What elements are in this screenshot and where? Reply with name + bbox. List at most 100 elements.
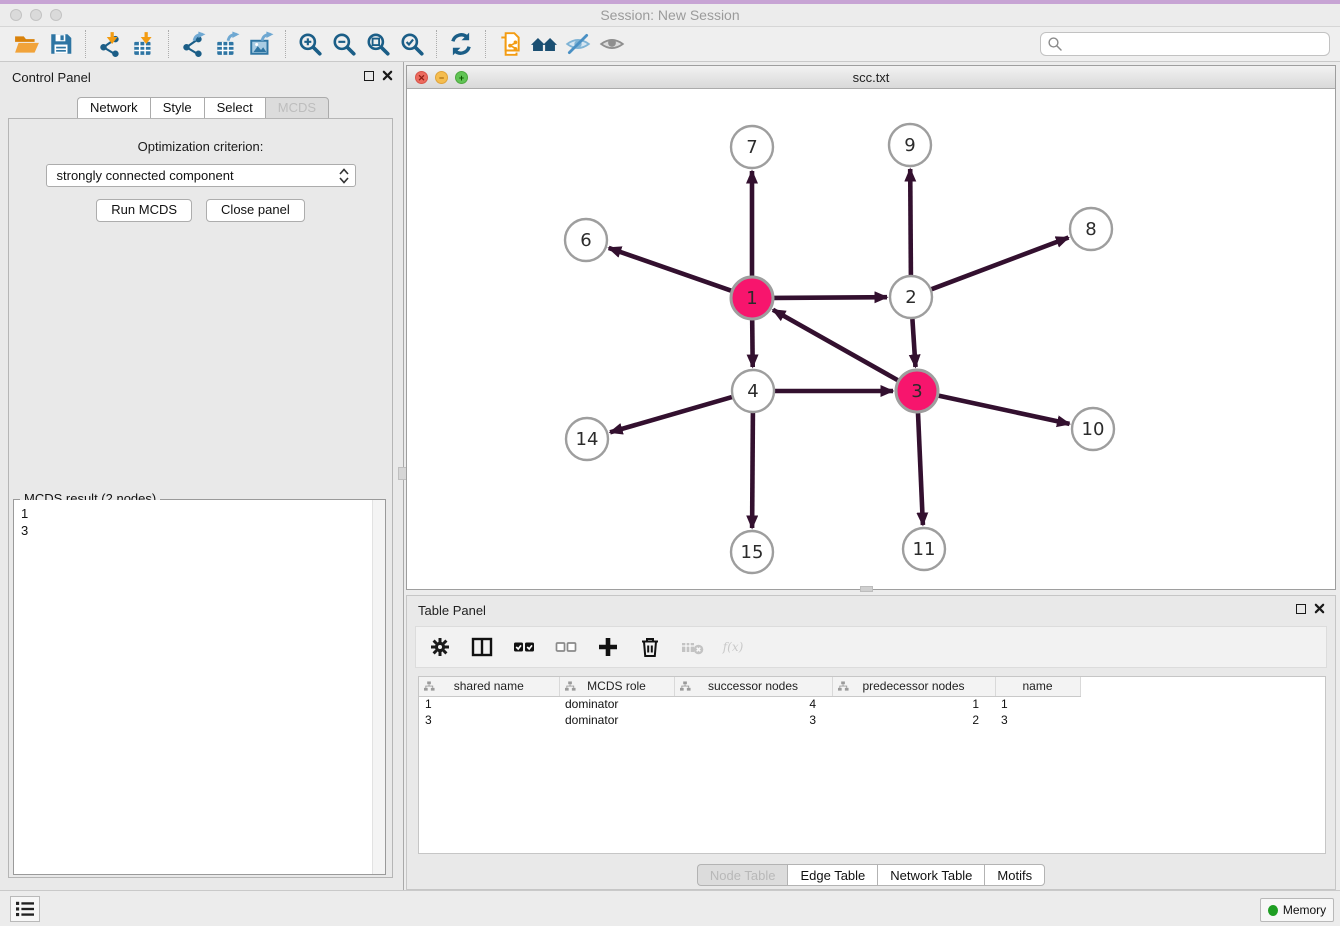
create-column-button[interactable] <box>594 633 622 661</box>
cell-MCDS-role[interactable]: dominator <box>559 696 674 712</box>
tab-select[interactable]: Select <box>204 97 265 119</box>
show-all-button[interactable] <box>595 29 629 59</box>
graph-node-2[interactable]: 2 <box>890 276 932 318</box>
edge-3-1[interactable] <box>773 310 898 380</box>
open-file-button[interactable] <box>10 29 44 59</box>
show-column-panel-icon <box>470 635 494 659</box>
column-header-successor-nodes[interactable]: successor nodes <box>674 677 832 696</box>
criterion-select[interactable]: strongly connected component <box>46 164 356 187</box>
import-table-button[interactable] <box>127 29 161 59</box>
edge-1-6[interactable] <box>609 248 732 291</box>
table-mode-gear-button[interactable] <box>426 633 454 661</box>
cell-name[interactable]: 1 <box>995 696 1080 712</box>
hide-selected-button[interactable] <box>561 29 595 59</box>
tab-edge-table[interactable]: Edge Table <box>787 864 877 886</box>
tab-motifs[interactable]: Motifs <box>984 864 1045 886</box>
table-mode-gear-icon <box>428 635 452 659</box>
cell-shared-name[interactable]: 1 <box>419 696 559 712</box>
float-table-panel-icon[interactable] <box>1296 604 1306 614</box>
graph-node-9[interactable]: 9 <box>889 124 931 166</box>
graph-node-3[interactable]: 3 <box>896 370 938 412</box>
mcds-result-item[interactable]: 1 <box>21 505 365 522</box>
node-label: 6 <box>580 230 591 251</box>
tab-style[interactable]: Style <box>150 97 204 119</box>
table-row[interactable]: 3dominator323 <box>419 712 1080 728</box>
column-header-shared-name[interactable]: shared name <box>419 677 559 696</box>
cell-shared-name[interactable]: 3 <box>419 712 559 728</box>
edge-3-10[interactable] <box>939 396 1070 424</box>
export-image-button[interactable] <box>244 29 278 59</box>
close-panel-icon[interactable] <box>382 70 393 81</box>
horizontal-splitter-handle[interactable] <box>860 586 873 592</box>
memory-button[interactable]: Memory <box>1260 898 1334 922</box>
float-panel-icon[interactable] <box>364 71 374 81</box>
cell-predecessor-nodes[interactable]: 2 <box>832 712 995 728</box>
export-network-button[interactable] <box>176 29 210 59</box>
graph-node-11[interactable]: 11 <box>903 528 945 570</box>
zoom-in-button[interactable] <box>293 29 327 59</box>
delete-columns-button[interactable] <box>636 633 664 661</box>
refresh-layout-button[interactable] <box>444 29 478 59</box>
import-network-button[interactable] <box>93 29 127 59</box>
select-stepper-icon <box>337 167 351 185</box>
graph-node-4[interactable]: 4 <box>732 370 774 412</box>
tab-mcds[interactable]: MCDS <box>265 97 329 119</box>
mcds-result-item[interactable]: 3 <box>21 522 365 539</box>
zoom-selected-button[interactable] <box>395 29 429 59</box>
cell-successor-nodes[interactable]: 4 <box>674 696 832 712</box>
edge-1-2[interactable] <box>774 297 887 298</box>
task-history-button[interactable] <box>10 896 40 922</box>
graph-node-1[interactable]: 1 <box>731 277 773 319</box>
edge-1-4[interactable] <box>752 320 753 367</box>
tab-network[interactable]: Network <box>77 97 150 119</box>
network-graph[interactable]: 7 9 6 8 1 2 4 3 14 10 15 11 <box>407 89 1335 589</box>
tab-network-table[interactable]: Network Table <box>877 864 984 886</box>
cell-predecessor-nodes[interactable]: 1 <box>832 696 995 712</box>
select-all-columns-button[interactable] <box>510 633 538 661</box>
edge-3-11[interactable] <box>918 413 923 525</box>
save-session-button[interactable] <box>44 29 78 59</box>
graph-node-14[interactable]: 14 <box>566 418 608 460</box>
cell-successor-nodes[interactable]: 3 <box>674 712 832 728</box>
run-mcds-button[interactable]: Run MCDS <box>96 199 192 222</box>
home-button[interactable] <box>527 29 561 59</box>
network-window-titlebar[interactable]: ✕ − + scc.txt <box>407 66 1335 89</box>
edge-4-15[interactable] <box>752 413 753 528</box>
node-table[interactable]: shared nameMCDS rolesuccessor nodesprede… <box>418 676 1326 854</box>
column-header-name[interactable]: name <box>995 677 1080 696</box>
zoom-fit-button[interactable] <box>361 29 395 59</box>
cell-MCDS-role[interactable]: dominator <box>559 712 674 728</box>
mcds-result-list[interactable]: 13 <box>14 500 385 874</box>
column-header-predecessor-nodes[interactable]: predecessor nodes <box>832 677 995 696</box>
result-scrollbar[interactable] <box>372 500 385 874</box>
svg-text:f(x): f(x) <box>722 640 744 654</box>
deselect-all-columns-button[interactable] <box>552 633 580 661</box>
edge-2-8[interactable] <box>932 238 1069 290</box>
network-canvas[interactable]: 7 9 6 8 1 2 4 3 14 10 15 11 <box>407 89 1335 589</box>
toolbar-separator <box>436 30 437 58</box>
table-row[interactable]: 1dominator411 <box>419 696 1080 712</box>
column-group-icon <box>565 681 576 692</box>
search-input[interactable] <box>1040 32 1330 56</box>
edge-4-14[interactable] <box>610 397 732 432</box>
column-header-MCDS-role[interactable]: MCDS role <box>559 677 674 696</box>
edge-2-3[interactable] <box>912 319 915 367</box>
graph-node-10[interactable]: 10 <box>1072 408 1114 450</box>
graph-node-7[interactable]: 7 <box>731 126 773 168</box>
tab-node-table[interactable]: Node Table <box>697 864 788 886</box>
export-table-icon <box>214 31 240 57</box>
clone-network-button[interactable] <box>493 29 527 59</box>
graph-node-8[interactable]: 8 <box>1070 208 1112 250</box>
close-panel-button[interactable]: Close panel <box>206 199 305 222</box>
graph-node-6[interactable]: 6 <box>565 219 607 261</box>
task-list-icon <box>15 900 35 918</box>
cell-name[interactable]: 3 <box>995 712 1080 728</box>
column-group-icon <box>838 681 849 692</box>
graph-node-15[interactable]: 15 <box>731 531 773 573</box>
export-table-button[interactable] <box>210 29 244 59</box>
close-table-panel-icon[interactable] <box>1314 603 1325 614</box>
zoom-out-button[interactable] <box>327 29 361 59</box>
edge-2-9[interactable] <box>910 169 911 275</box>
toolbar-separator <box>168 30 169 58</box>
show-column-panel-button[interactable] <box>468 633 496 661</box>
